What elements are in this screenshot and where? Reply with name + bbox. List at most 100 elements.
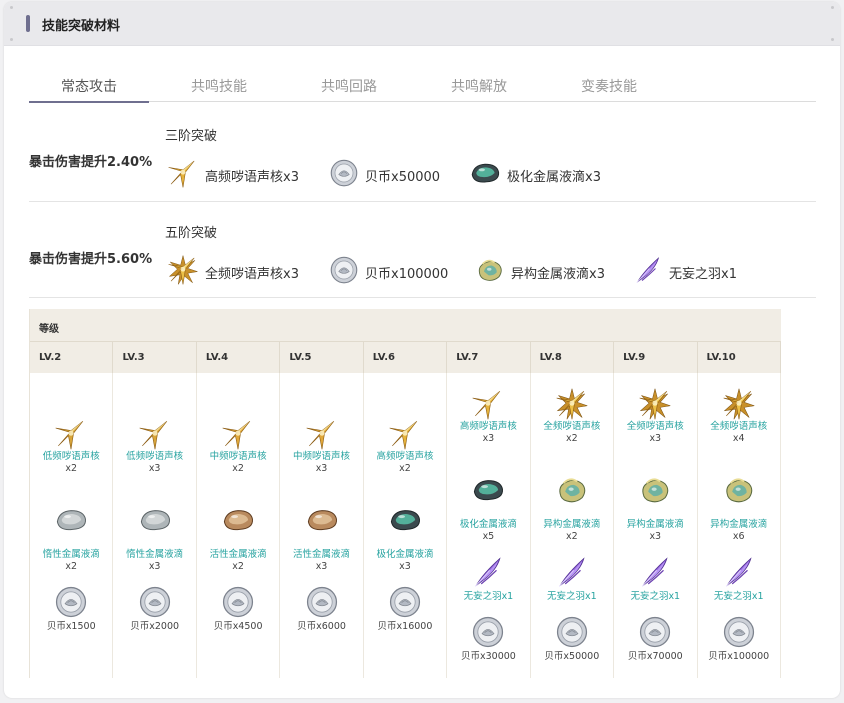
feather-icon (633, 255, 669, 289)
material-name: 贝币x2000 (130, 621, 180, 632)
level-cell: 中频哕语声核 x2 活性金属液滴 x2 贝币x4500 (197, 373, 281, 678)
material-item[interactable]: 贝币x16000 (364, 585, 446, 633)
material-item[interactable]: 异构金属液滴x3 (614, 473, 696, 543)
material-item[interactable]: 高频哕语声核x3 (447, 387, 529, 445)
table-header-row: LV.2 LV.3 LV.4 LV.5 LV.6 LV.7 LV.8 LV.9 LV.10 (30, 341, 781, 373)
tab-normal-attack[interactable]: 常态攻击 (29, 76, 149, 96)
material-item[interactable]: 贝币x100000 (698, 615, 780, 663)
material-name[interactable]: 低频哕语声核 (30, 451, 112, 463)
material-name[interactable]: 中频哕语声核 (197, 451, 279, 463)
material-name[interactable]: 低频哕语声核 (113, 451, 195, 463)
material-name[interactable]: 无妄之羽x1 (614, 591, 696, 603)
hetero-liquid-icon (614, 473, 696, 507)
material-item[interactable]: 贝币x50000 (329, 159, 441, 190)
material-item[interactable]: 贝币x70000 (614, 615, 696, 663)
breakthrough-stage: 五阶突破 (165, 226, 218, 241)
material-item[interactable]: 低频哕语声核 x2 (30, 417, 112, 475)
material-name[interactable]: 高频哕语声核 (364, 451, 446, 463)
material-name[interactable]: 极化金属液滴 (364, 549, 446, 561)
material-item[interactable]: 贝币x1500 (30, 585, 112, 633)
material-count: x3 (315, 463, 328, 474)
material-name[interactable]: 极化金属液滴 (447, 519, 529, 531)
material-item[interactable]: 异构金属液滴 x6 (698, 473, 780, 543)
active-liquid-icon (197, 503, 279, 537)
material-label: 贝币x50000 (365, 169, 441, 185)
material-item[interactable]: 惰性金属液滴 x2 (30, 503, 112, 573)
polar-liquid-icon (447, 473, 529, 507)
material-item[interactable]: 无妄之羽x1 (698, 555, 780, 603)
material-item[interactable]: 活性金属液滴 x3 (280, 503, 362, 573)
material-item[interactable]: 全频哕语声核x3 (167, 254, 299, 290)
material-name[interactable]: 中频哕语声核 (280, 451, 362, 463)
tab-resonance-skill[interactable]: 共鸣技能 (159, 76, 279, 96)
level-material-table: 等级 LV.2 LV.3 LV.4 LV.5 LV.6 LV.7 LV.8 LV.9 LV.10… (29, 309, 781, 678)
level-header: LV.8 (531, 342, 615, 373)
material-item[interactable]: 异构金属液滴x3 (475, 257, 605, 287)
coin-icon (197, 585, 279, 619)
material-item[interactable]: 活性金属液滴 x2 (197, 503, 279, 573)
coin-icon (698, 615, 780, 649)
material-name[interactable]: 异构金属液滴 (531, 519, 613, 531)
material-name[interactable]: 全频哕语声核 (614, 421, 696, 433)
material-count: x3 (649, 531, 662, 542)
material-item[interactable]: 无妄之羽x1 (614, 555, 696, 603)
material-item[interactable]: 低频哕语声核 x3 (113, 417, 195, 475)
material-label: 全频哕语声核x3 (205, 266, 299, 282)
material-item[interactable]: 贝币x2000 (113, 585, 195, 633)
coin-icon (531, 615, 613, 649)
star-core-full-icon (167, 254, 205, 290)
material-count: x3 (649, 433, 662, 444)
corner-dot (10, 38, 13, 41)
material-item[interactable]: 全频哕语声核 x2 (531, 387, 613, 445)
star-core-icon (447, 387, 529, 421)
star-core-icon (364, 417, 446, 451)
material-count: x3 (148, 463, 161, 474)
material-item[interactable]: 无妄之羽x1 (633, 257, 737, 287)
star-core-icon (113, 417, 195, 451)
material-name[interactable]: 异构金属液滴 (698, 519, 780, 531)
tab-intro-skill[interactable]: 变奏技能 (549, 76, 669, 96)
material-item[interactable]: 全频哕语声核 x4 (698, 387, 780, 445)
material-item[interactable]: 贝币x30000 (447, 615, 529, 663)
material-name[interactable]: 惰性金属液滴 (113, 549, 195, 561)
level-header: LV.4 (197, 342, 281, 373)
material-item[interactable]: 惰性金属液滴 x3 (113, 503, 195, 573)
material-name[interactable]: 无妄之羽x1 (531, 591, 613, 603)
material-count: x2 (566, 531, 578, 542)
tab-resonance-liberation[interactable]: 共鸣解放 (419, 76, 539, 96)
material-count: x2 (399, 463, 411, 474)
corner-dot (831, 6, 834, 9)
material-item[interactable]: 贝币x100000 (329, 256, 448, 287)
material-item[interactable]: 贝币x6000 (280, 585, 362, 633)
material-item[interactable]: 极化金属液滴 x5 (447, 473, 529, 543)
material-item[interactable]: 全频哕语声核x3 (614, 387, 696, 445)
material-name[interactable]: 无妄之羽x1 (447, 591, 529, 603)
tab-resonance-circuit[interactable]: 共鸣回路 (289, 76, 409, 96)
star-core-icon (197, 417, 279, 451)
material-name[interactable]: 活性金属液滴 (197, 549, 279, 561)
material-item[interactable]: 极化金属液滴x3 (469, 160, 601, 190)
material-item[interactable]: 高频哕语声核 x2 (364, 417, 446, 475)
material-name[interactable]: 全频哕语声核 (698, 421, 780, 433)
card-header: 技能突破材料 (4, 2, 840, 46)
material-name[interactable]: 全频哕语声核 (531, 421, 613, 433)
material-name[interactable]: 无妄之羽x1 (698, 591, 780, 603)
material-item[interactable]: 无妄之羽x1 (531, 555, 613, 603)
material-name[interactable]: 惰性金属液滴 (30, 549, 112, 561)
material-name[interactable]: 活性金属液滴 (280, 549, 362, 561)
material-name[interactable]: 高频哕语声核 (447, 421, 529, 433)
star-core-icon (280, 417, 362, 451)
material-name[interactable]: 异构金属液滴 (614, 519, 696, 531)
material-item[interactable]: 高频哕语声核x3 (167, 160, 299, 190)
material-name: 贝币x50000 (544, 651, 600, 662)
star-core-full-icon (698, 387, 780, 421)
material-item[interactable]: 中频哕语声核 x3 (280, 417, 362, 475)
material-name: 贝币x70000 (627, 651, 683, 662)
material-item[interactable]: 异构金属液滴 x2 (531, 473, 613, 543)
material-item[interactable]: 贝币x50000 (531, 615, 613, 663)
material-item[interactable]: 贝币x4500 (197, 585, 279, 633)
material-item[interactable]: 无妄之羽x1 (447, 555, 529, 603)
material-item[interactable]: 极化金属液滴x3 (364, 503, 446, 573)
material-item[interactable]: 中频哕语声核 x2 (197, 417, 279, 475)
